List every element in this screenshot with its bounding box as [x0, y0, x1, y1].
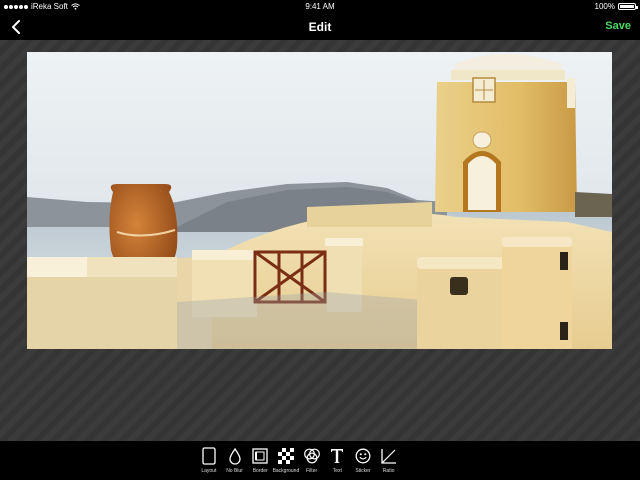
carrier-label: iReka Soft [31, 2, 68, 11]
tool-sticker[interactable]: Sticker [350, 447, 376, 474]
tool-list: Layout No Blur Border Background Filter … [196, 447, 402, 474]
text-icon [328, 447, 346, 465]
filter-icon [303, 447, 321, 465]
photo-preview[interactable] [27, 52, 612, 349]
tool-layout[interactable]: Layout [196, 447, 222, 474]
status-bar: iReka Soft 9:41 AM 100% [0, 0, 640, 14]
tool-text[interactable]: Text [324, 447, 350, 474]
ratio-icon [380, 447, 398, 465]
border-icon [251, 447, 269, 465]
tool-border[interactable]: Border [247, 447, 273, 474]
bottom-toolbar: Layout No Blur Border Background Filter … [0, 441, 640, 480]
tool-filter[interactable]: Filter [299, 447, 325, 474]
page-title: Edit [308, 20, 332, 34]
tool-label: Filter [306, 468, 318, 474]
drop-icon [226, 447, 244, 465]
tool-label: No Blur [226, 468, 243, 474]
status-time: 9:41 AM [305, 2, 335, 11]
tool-label: Background [272, 468, 300, 474]
tool-background[interactable]: Background [273, 447, 299, 474]
santorini-photo-icon [27, 52, 612, 349]
tool-label: Sticker [355, 468, 371, 474]
signal-icon [4, 4, 28, 9]
tool-no-blur[interactable]: No Blur [222, 447, 248, 474]
nav-bar: Edit Save [0, 14, 640, 40]
battery-icon [618, 3, 638, 10]
tool-ratio[interactable]: Ratio [376, 447, 402, 474]
battery-percent: 100% [594, 2, 615, 11]
save-button[interactable]: Save [605, 20, 631, 32]
layout-icon [200, 447, 218, 465]
tool-label: Text [332, 468, 342, 474]
wifi-icon [71, 3, 80, 10]
tool-label: Border [252, 468, 268, 474]
tool-label: Layout [201, 468, 217, 474]
checker-icon [277, 447, 295, 465]
status-left: iReka Soft [4, 2, 80, 11]
smiley-icon [354, 447, 372, 465]
status-right: 100% [594, 2, 638, 11]
tool-label: Ratio [382, 468, 395, 474]
